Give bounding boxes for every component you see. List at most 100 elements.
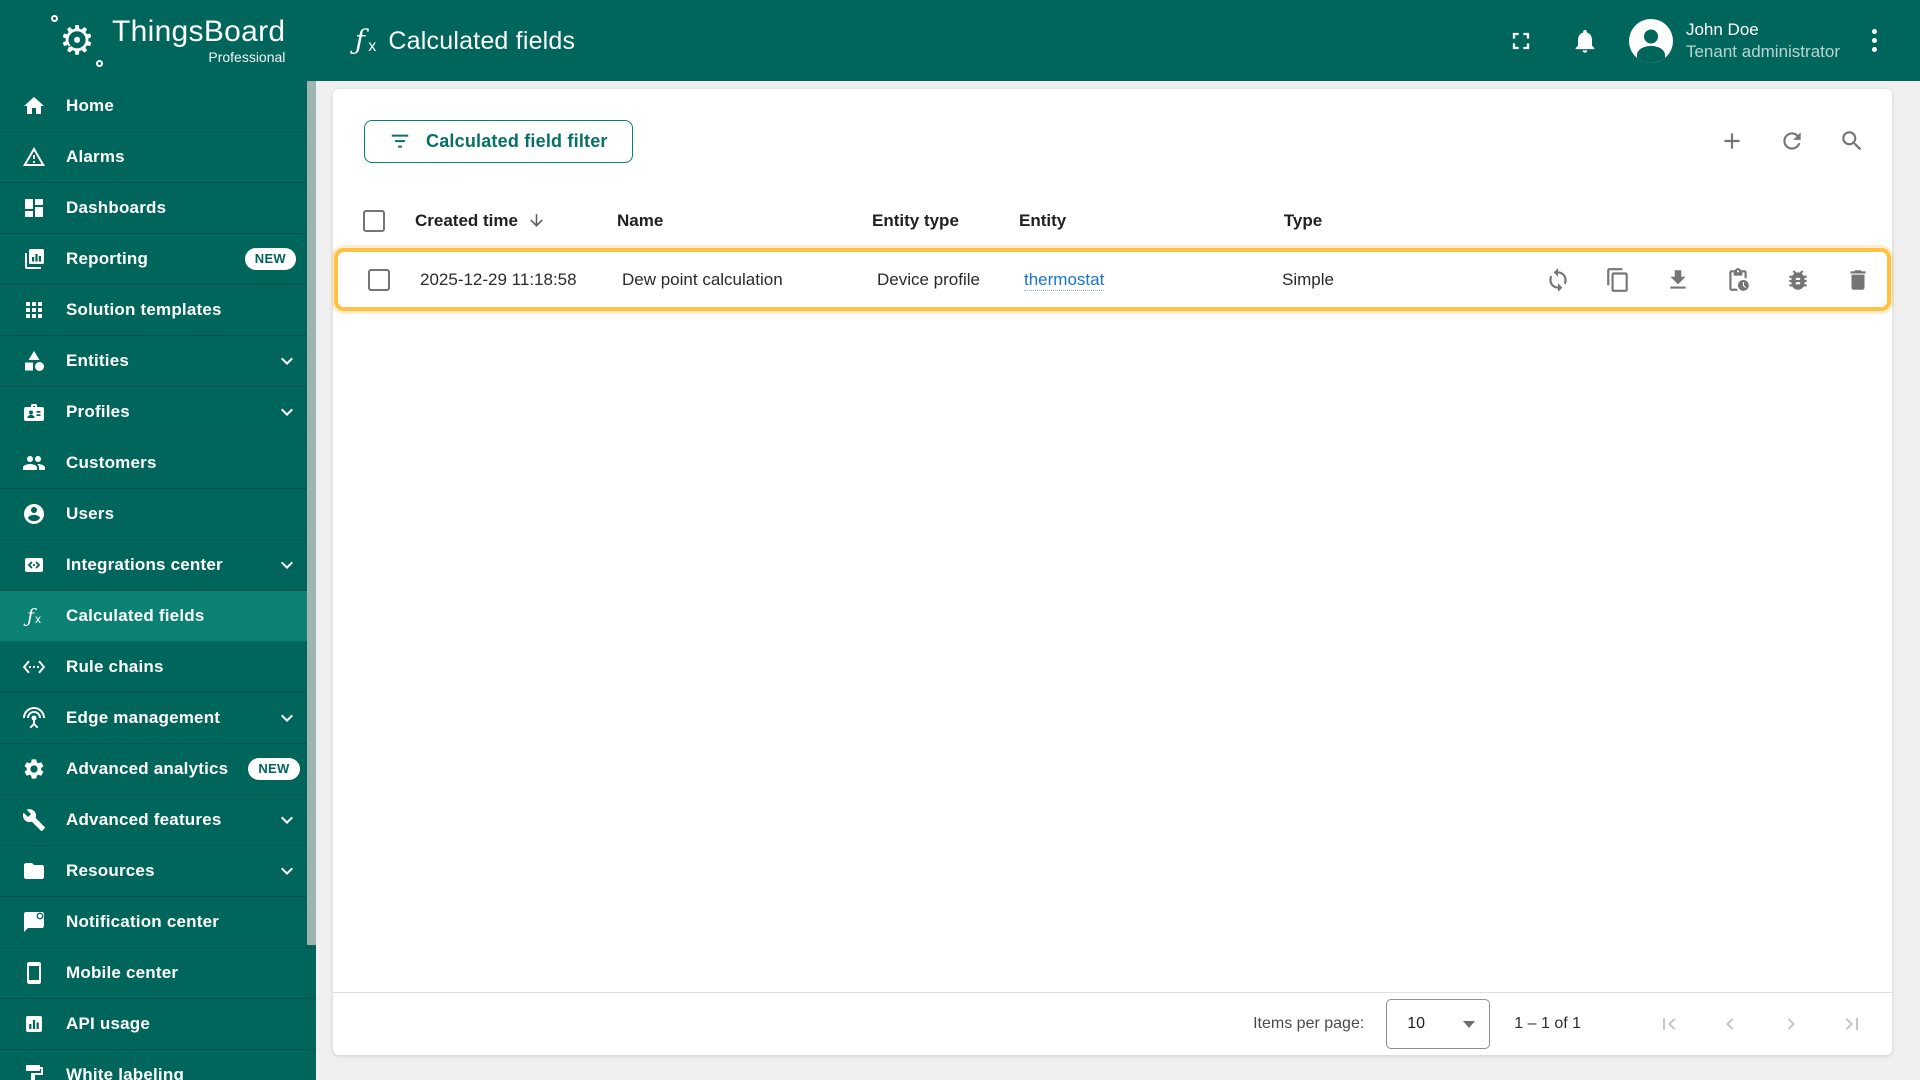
column-header-created-time[interactable]: Created time <box>415 211 617 231</box>
filter-icon <box>391 134 409 148</box>
customers-people-icon <box>23 456 45 470</box>
alarm-warning-icon <box>23 147 45 166</box>
sidebar-item-alarms[interactable]: Alarms <box>0 132 316 183</box>
refresh-icon[interactable] <box>1779 128 1805 154</box>
reporting-icon <box>25 249 44 269</box>
chevron-down-icon <box>281 357 293 365</box>
calculated-fields-table-card: Calculated field filter Created time Nam… <box>333 89 1892 1055</box>
new-badge: NEW <box>248 758 300 780</box>
sidebar-item-dashboards[interactable]: Dashboards <box>0 183 316 234</box>
user-name: John Doe <box>1685 20 1759 40</box>
fullscreen-icon[interactable] <box>1507 27 1535 55</box>
events-pending-actions-icon[interactable] <box>1725 267 1751 293</box>
column-header-type[interactable]: Type <box>1233 211 1373 231</box>
table-toolbar: Calculated field filter <box>333 89 1892 193</box>
calculated-field-filter-button[interactable]: Calculated field filter <box>364 119 633 163</box>
integrations-icon <box>25 558 43 572</box>
rule-chains-icon <box>22 660 46 674</box>
sidebar-item-api-usage[interactable]: API usage <box>0 999 316 1050</box>
delete-trash-icon[interactable] <box>1845 267 1871 293</box>
chevron-down-icon <box>281 867 293 875</box>
sidebar-nav: Home Alarms Dashboards Reporting NEW Sol… <box>0 81 316 1080</box>
sidebar-item-customers[interactable]: Customers <box>0 438 316 489</box>
edge-antenna-icon <box>23 707 45 729</box>
debug-bug-icon[interactable] <box>1785 267 1811 293</box>
row-checkbox[interactable] <box>368 268 390 291</box>
sidebar-item-resources[interactable]: Resources <box>0 846 316 897</box>
previous-page-icon[interactable] <box>1718 1012 1742 1036</box>
sidebar-item-white-labeling[interactable]: White labeling <box>0 1050 316 1080</box>
reprocess-sync-icon[interactable] <box>1545 267 1571 293</box>
sidebar-item-advanced-features[interactable]: Advanced features <box>0 795 316 846</box>
user-menu[interactable]: John Doe Tenant administrator <box>1686 19 1840 62</box>
sidebar-item-entities[interactable]: Entities <box>0 336 316 387</box>
calculated-fields-fx-icon: ƒx <box>26 605 42 627</box>
notification-center-icon <box>24 912 44 932</box>
sidebar-item-notification-center[interactable]: Notification center <box>0 897 316 948</box>
brand-edition: Professional <box>208 49 286 65</box>
white-labeling-paint-icon <box>26 1065 43 1080</box>
users-person-icon <box>24 504 44 524</box>
sidebar-item-integrations-center[interactable]: Integrations center <box>0 540 316 591</box>
advanced-analytics-icon <box>24 759 44 779</box>
add-icon[interactable] <box>1719 128 1745 154</box>
sidebar-item-solution-templates[interactable]: Solution templates <box>0 285 316 336</box>
first-page-icon[interactable] <box>1657 1012 1681 1036</box>
dashboards-icon <box>25 199 43 217</box>
new-badge: NEW <box>244 248 296 270</box>
column-header-name[interactable]: Name <box>617 211 872 231</box>
chevron-down-icon <box>281 816 293 824</box>
column-header-entity[interactable]: Entity <box>1019 211 1233 231</box>
last-page-icon[interactable] <box>1840 1012 1864 1036</box>
sort-desc-arrow-icon <box>530 214 543 227</box>
user-role: Tenant administrator <box>1685 41 1840 61</box>
table-header-row: Created time Name Entity type Entity Typ… <box>333 193 1892 248</box>
more-vert-icon[interactable] <box>1862 27 1886 55</box>
chevron-down-icon <box>281 714 293 722</box>
entities-icon <box>25 351 44 371</box>
cell-type: Simple <box>1282 269 1334 289</box>
sidebar-item-users[interactable]: Users <box>0 489 316 540</box>
row-actions <box>1378 267 1887 293</box>
sidebar-item-edge-management[interactable]: Edge management <box>0 693 316 744</box>
chevron-down-icon <box>281 561 293 569</box>
notifications-bell-icon[interactable] <box>1571 27 1599 55</box>
table-paginator: Items per page: 10 1 – 1 of 1 <box>333 992 1892 1055</box>
table-row[interactable]: 2025-12-29 11:18:58 Dew point calculatio… <box>334 248 1891 311</box>
select-caret-icon <box>1463 1020 1476 1028</box>
chevron-down-icon <box>281 408 293 416</box>
solution-templates-icon <box>26 302 42 318</box>
entity-link[interactable]: thermostat <box>1024 269 1105 291</box>
sidebar-item-rule-chains[interactable]: Rule chains <box>0 642 316 693</box>
copy-icon[interactable] <box>1605 267 1631 293</box>
page-range-label: 1 – 1 of 1 <box>1514 1015 1581 1032</box>
page-size-select[interactable]: 10 <box>1386 999 1491 1049</box>
column-header-entity-type[interactable]: Entity type <box>872 211 1019 231</box>
sidebar-item-calculated-fields[interactable]: ƒx Calculated fields <box>0 591 316 642</box>
sidebar-item-profiles[interactable]: Profiles <box>0 387 316 438</box>
top-header: ⚙ ƒ ThingsBoard Professional ƒx Calculat… <box>0 0 1920 81</box>
home-icon <box>24 97 44 114</box>
select-all-checkbox[interactable] <box>363 209 385 232</box>
search-icon[interactable] <box>1839 128 1865 154</box>
sidebar-item-reporting[interactable]: Reporting NEW <box>0 234 316 285</box>
download-icon[interactable] <box>1665 267 1691 293</box>
fx-icon: ƒ <box>355 25 366 56</box>
page-title: ƒx Calculated fields <box>355 25 576 56</box>
next-page-icon[interactable] <box>1779 1012 1803 1036</box>
sidebar-scrollbar[interactable] <box>307 81 316 945</box>
user-avatar[interactable] <box>1628 18 1673 63</box>
items-per-page-label: Items per page: <box>1253 1015 1365 1032</box>
sidebar-item-mobile-center[interactable]: Mobile center <box>0 948 316 999</box>
brand-name: ThingsBoard <box>112 15 286 48</box>
cell-entity-type: Device profile <box>877 269 980 289</box>
sidebar-item-home[interactable]: Home <box>0 81 316 132</box>
sidebar-item-advanced-analytics[interactable]: Advanced analytics NEW <box>0 744 316 795</box>
mobile-center-phone-icon <box>27 962 41 984</box>
main-content: Calculated field filter Created time Nam… <box>316 81 1920 1080</box>
advanced-features-tools-icon <box>22 809 45 831</box>
cell-name: Dew point calculation <box>622 269 783 289</box>
resources-folder-icon <box>24 863 44 879</box>
profiles-badge-icon <box>24 404 44 421</box>
brand-logo-area[interactable]: ⚙ ƒ ThingsBoard Professional <box>0 13 316 69</box>
